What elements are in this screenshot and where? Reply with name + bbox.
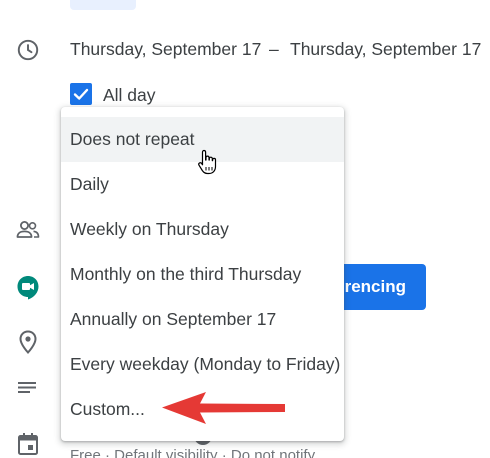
menu-item-label: Does not repeat [70, 129, 195, 149]
event-status-text: Free · Default visibility · Do not notif… [70, 447, 316, 458]
menu-item-label: Every weekday (Monday to Friday) [70, 354, 341, 374]
calendar-icon [18, 433, 38, 455]
menu-item-label: Weekly on Thursday [70, 219, 229, 239]
menu-item-label: Daily [70, 174, 109, 194]
menu-item-monthly[interactable]: Monthly on the third Thursday [61, 252, 344, 297]
date-row: Thursday, September 17 – Thursday, Septe… [0, 36, 490, 64]
location-pin-icon [19, 330, 37, 354]
all-day-label: All day [103, 85, 156, 105]
red-arrow-icon [162, 392, 285, 424]
menu-item-label: Custom... [70, 399, 145, 419]
google-meet-icon [17, 276, 39, 300]
menu-item-weekly[interactable]: Weekly on Thursday [61, 207, 344, 252]
menu-item-label: Annually on September 17 [70, 309, 277, 329]
top-chip[interactable] [70, 0, 136, 10]
menu-item-annually[interactable]: Annually on September 17 [61, 297, 344, 342]
hand-pointer-icon [198, 149, 217, 175]
date-separator: – [269, 39, 279, 59]
clock-icon [17, 39, 39, 61]
menu-item-weekdays[interactable]: Every weekday (Monday to Friday) [61, 342, 344, 387]
start-date[interactable]: Thursday, September 17 [70, 39, 261, 60]
all-day-checkbox[interactable] [70, 83, 92, 105]
description-lines-icon [18, 382, 36, 393]
menu-item-label: Monthly on the third Thursday [70, 264, 302, 284]
end-date[interactable]: Thursday, September 17 [290, 39, 481, 60]
checkmark-icon [73, 88, 89, 100]
people-icon [16, 221, 40, 238]
conferencing-button-label: rencing [344, 277, 406, 296]
event-edit-page: Thursday, September 17 – Thursday, Septe… [0, 0, 490, 458]
